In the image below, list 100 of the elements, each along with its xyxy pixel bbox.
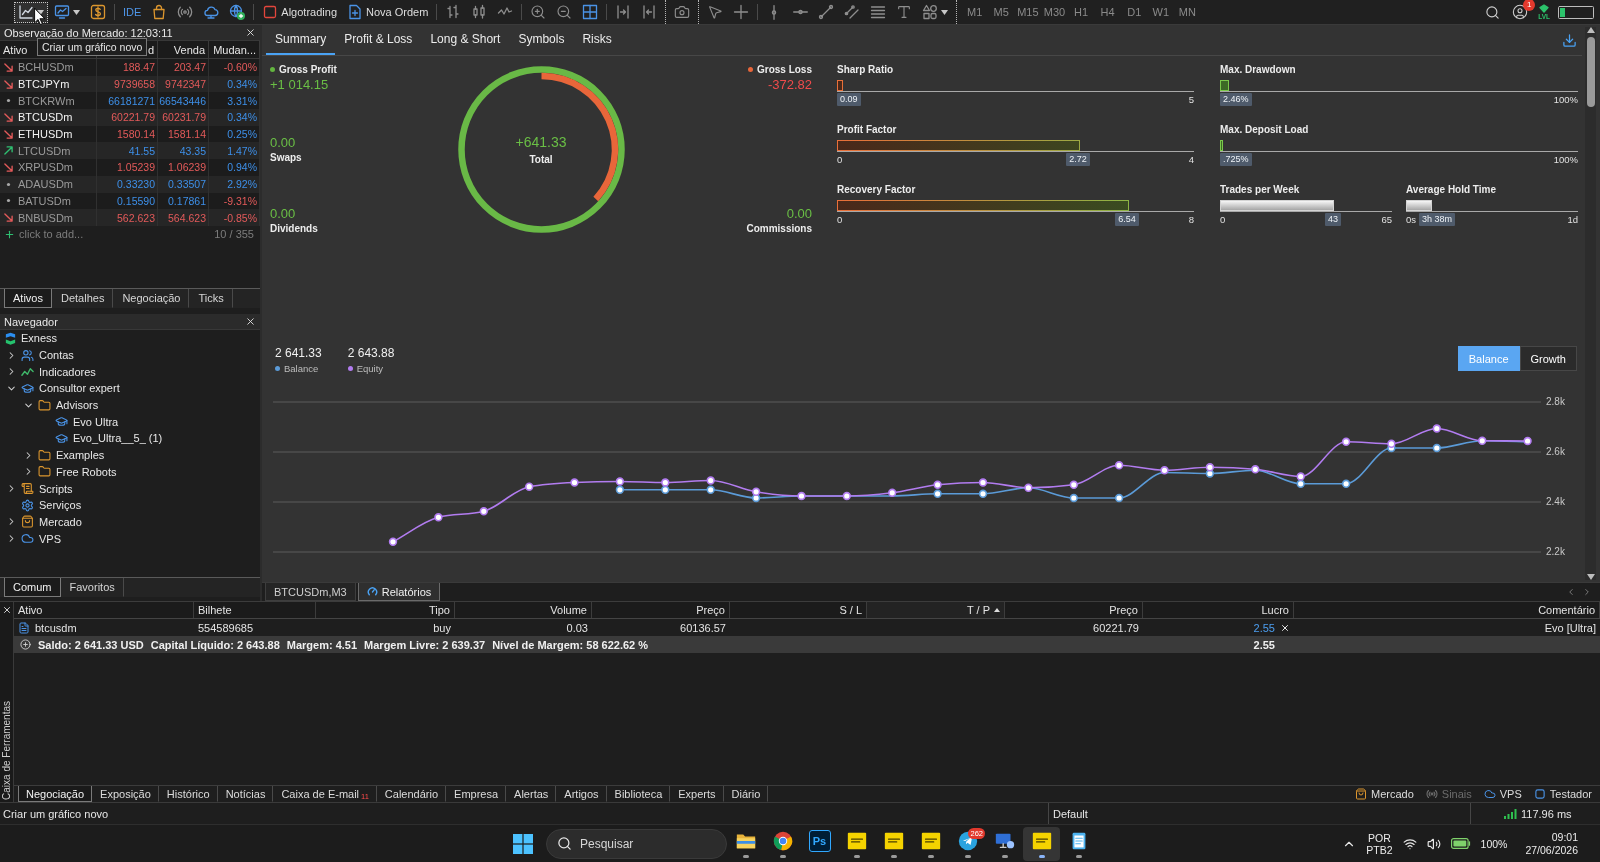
panel-tab[interactable]: Negociação (113, 289, 190, 308)
tree-item[interactable]: Mercado (39, 515, 82, 528)
scale-max: 4 (1188, 153, 1194, 165)
circle-plus-icon[interactable] (20, 639, 31, 650)
keyboard-label[interactable]: PTB2 (1366, 843, 1393, 856)
wifi-icon[interactable] (1402, 836, 1417, 851)
symbol-name[interactable]: BTCJPYm (18, 78, 70, 91)
taskbar-app-button[interactable] (1023, 826, 1060, 861)
add-symbol-hint[interactable]: click to add... (19, 228, 84, 241)
shopping-bag-icon (1355, 788, 1367, 800)
timeframe-button[interactable]: MN (1174, 2, 1201, 22)
language-label[interactable]: POR (1368, 831, 1391, 844)
tree-item[interactable]: Serviços (39, 499, 82, 512)
tree-item[interactable]: Exness (21, 332, 58, 345)
column-header[interactable]: Bilhete (194, 602, 316, 618)
search-input[interactable]: Pesquisar (580, 834, 716, 853)
column-header[interactable]: Venda (173, 43, 205, 56)
report-tab[interactable]: Long & Short (421, 25, 510, 55)
report-tab[interactable]: Risks (573, 25, 621, 55)
column-header[interactable]: Preço (592, 602, 730, 618)
panel-tab[interactable]: Ativos (4, 289, 52, 308)
column-header[interactable]: Lucro (1143, 602, 1294, 618)
scrollbar[interactable] (1585, 27, 1596, 580)
data-point (1160, 466, 1169, 475)
panel-tab[interactable]: Comum (4, 578, 61, 597)
tree-item[interactable]: Evo Ultra (73, 415, 119, 428)
symbol-name[interactable]: BATUSDm (18, 194, 71, 207)
symbol-name[interactable]: BTCUSDm (18, 111, 73, 124)
symbol-name[interactable]: BNBUSDm (18, 211, 73, 224)
data-point (1523, 436, 1532, 446)
panel-tab[interactable]: Detalhes (51, 289, 114, 308)
panel-tab[interactable]: Favoritos (60, 578, 124, 597)
close-button[interactable] (245, 316, 256, 327)
chart-tab[interactable]: Relatórios (357, 583, 441, 601)
symbol-name[interactable]: XRPUSDm (18, 161, 73, 174)
account-button[interactable]: 1 (1510, 2, 1531, 22)
tree-item[interactable]: VPS (39, 532, 61, 545)
new-order-button[interactable]: Nova Ordem (343, 1, 433, 23)
column-header[interactable]: d (147, 43, 154, 56)
timeframe-button[interactable]: H1 (1067, 2, 1095, 22)
close-button[interactable] (1, 605, 12, 615)
algotrading-button[interactable]: Algotrading (258, 1, 341, 23)
clock-time[interactable]: 09:01 (1551, 830, 1578, 844)
ask-price: 0.33507 (168, 178, 206, 191)
report-tab[interactable]: Profit & Loss (335, 25, 422, 55)
speaker-icon[interactable] (1426, 836, 1441, 851)
tree-item[interactable]: Contas (39, 349, 74, 362)
close-button[interactable] (245, 27, 256, 38)
search-bar[interactable]: Pesquisar (546, 828, 727, 859)
report-tab[interactable]: Summary (266, 25, 336, 55)
symbol-name[interactable]: BCHUSDm (18, 61, 74, 74)
clock-date[interactable]: 27/06/2026 (1525, 843, 1578, 857)
column-header[interactable]: Volume (455, 602, 592, 618)
download-button[interactable] (1562, 32, 1577, 48)
panel-tab[interactable]: Ticks (189, 289, 233, 308)
data-point (1341, 479, 1351, 488)
taskbar-app-button[interactable]: Ps (801, 826, 838, 861)
scroll-thumb[interactable] (1586, 37, 1595, 107)
tree-item[interactable]: Consultor expert (39, 382, 120, 395)
shortcut-button[interactable]: Mercado (1355, 788, 1414, 800)
column-header[interactable]: Mudan... (213, 43, 256, 56)
column-header[interactable]: Comentário (1294, 602, 1600, 618)
view-toggle-button[interactable]: Growth (1519, 346, 1577, 371)
timeframe-button[interactable]: W1 (1147, 2, 1175, 22)
battery-percent: 100% (1480, 837, 1508, 850)
column-header[interactable]: Ativo (14, 602, 194, 618)
tree-item[interactable]: Free Robots (56, 465, 117, 478)
column-header[interactable]: Tipo (316, 602, 455, 618)
symbol-name[interactable]: LTCUSDm (18, 144, 71, 157)
column-header[interactable]: Ativo (3, 43, 28, 56)
chevron-left-icon[interactable] (1566, 587, 1576, 597)
tree-item[interactable]: Evo_Ultra__5_ (1) (73, 432, 163, 445)
bid-price: 41.55 (128, 144, 155, 157)
cloud-icon (21, 532, 34, 546)
chevron-right-icon[interactable] (1582, 587, 1592, 597)
timeframe-button[interactable]: M5 (987, 2, 1015, 22)
tree-item[interactable]: Indicadores (39, 365, 96, 378)
plus-icon[interactable] (4, 228, 15, 240)
parallel-lines-icon (844, 4, 861, 20)
chart-tab[interactable]: BTCUSDm,M3 (265, 583, 356, 601)
folder-icon (38, 465, 51, 479)
close-icon[interactable] (1280, 622, 1290, 633)
column-header[interactable]: T / P (867, 602, 1005, 618)
toolbox-tab[interactable]: Negociação (18, 786, 93, 802)
tree-item[interactable]: Scripts (39, 482, 73, 495)
timeframe-button[interactable]: M30 (1041, 2, 1068, 22)
report-tab[interactable]: Symbols (509, 25, 574, 55)
symbol-name[interactable]: ETHUSDm (18, 128, 73, 141)
timeframe-button[interactable]: M15 (1014, 2, 1042, 22)
tree-item[interactable]: Examples (56, 449, 105, 462)
timeframe-button[interactable]: H4 (1094, 2, 1121, 22)
shortcut-button[interactable]: Testador (1533, 788, 1592, 800)
shortcut-button[interactable]: VPS (1483, 788, 1522, 800)
timeframe-button[interactable]: D1 (1120, 2, 1148, 22)
symbol-name[interactable]: ADAUSDm (18, 178, 73, 191)
column-header[interactable]: Preço (1005, 602, 1143, 618)
ide-button[interactable]: IDE (119, 1, 146, 23)
symbol-name[interactable]: BTCKRWm (18, 94, 75, 107)
tree-item[interactable]: Advisors (56, 399, 99, 412)
timeframe-button[interactable]: M1 (961, 2, 988, 22)
